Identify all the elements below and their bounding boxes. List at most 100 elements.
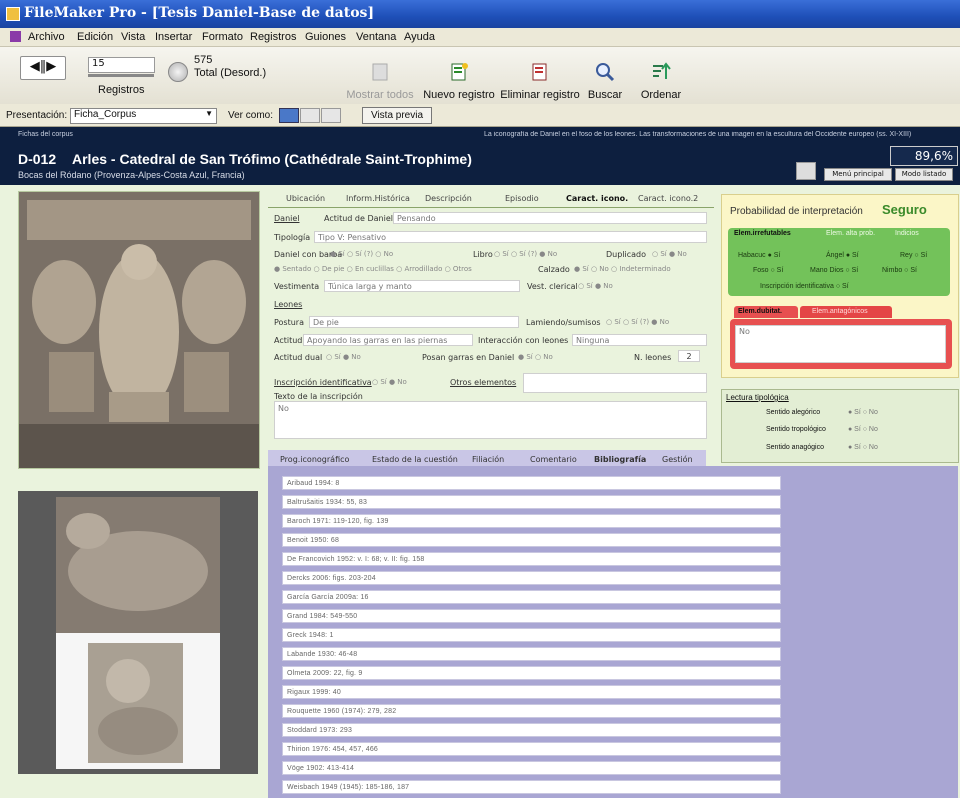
bib-row[interactable]: Labande 1930: 46-48 [282,647,781,661]
bib-row[interactable]: Olmeta 2009: 22, fig. 9 [282,666,781,680]
menu-formato[interactable]: Formato [202,31,243,43]
sort-button[interactable]: Ordenar [638,61,684,101]
menu-edicion[interactable]: Edición [77,31,113,43]
tab-elem-alta-prob[interactable]: Elem. alta prob. [826,230,875,237]
tab-filiacion[interactable]: Filiación [472,455,504,464]
bib-row[interactable]: Dercks 2006: figs. 203-204 [282,571,781,585]
tab-prog-iconografico[interactable]: Prog.iconográfico [280,455,349,464]
lamiendo-radio[interactable]: ○ Sí ○ Sí (?) ● No [606,318,669,326]
tab-indicios[interactable]: Indicios [895,230,919,237]
menu-registros[interactable]: Registros [250,31,296,43]
presentation-select[interactable]: Ficha_Corpus ▼ [70,108,217,124]
delete-record-button[interactable]: Eliminar registro [500,61,580,101]
document-icon[interactable] [10,31,21,42]
inscripcion-radio-prob[interactable]: Inscripción identificativa ○ Sí [760,283,849,290]
libro-radio[interactable]: ○ Sí ○ Sí (?) ● No [494,250,557,258]
actitud-leones-label: Actitud [274,336,303,345]
nleones-field[interactable]: 2 [678,350,700,362]
bib-row[interactable]: Aribaud 1994: 8 [282,476,781,490]
bib-row[interactable]: Weisbach 1949 (1945): 185-186, 187 [282,780,781,794]
vest-clerical-radio[interactable]: ○ Sí ● No [578,282,613,290]
actitud-leones-field[interactable]: Apoyando las garras en las piernas [303,334,473,346]
posan-label: Posan garras en Daniel [422,353,515,362]
mano-dios-radio[interactable]: Mano Dios ○ Sí [810,267,858,274]
tropologico-radio[interactable]: ● Sí ○ No [848,426,878,433]
tab-bibliografia[interactable]: Bibliografía [594,455,646,464]
daniel-section-label: Daniel [274,214,300,223]
bib-row[interactable]: De Francovich 1952: v. I: 68; v. II: fig… [282,552,781,566]
new-record-button[interactable]: Nuevo registro [422,61,496,101]
find-label: Buscar [587,89,623,101]
tab-ubicacion[interactable]: Ubicación [286,194,325,203]
show-all-button[interactable]: Mostrar todos [342,61,418,101]
tab-elem-dubitat[interactable]: Elem.dubitat. [738,308,782,315]
bib-row[interactable]: García García 2009a: 16 [282,590,781,604]
printer-icon[interactable] [796,162,816,180]
bib-row[interactable]: Greck 1948: 1 [282,628,781,642]
vestimenta-label: Vestimenta [274,282,320,291]
barba-radio[interactable]: ● Sí ○ Sí (?) ○ No [330,250,393,258]
tab-comentario[interactable]: Comentario [530,455,577,464]
presentation-label: Presentación: [6,110,68,121]
tab-gestion[interactable]: Gestión [662,455,693,464]
list-mode-button[interactable]: Modo listado [895,168,953,181]
menu-vista[interactable]: Vista [121,31,145,43]
tab-caract-icono[interactable]: Caract. icono. [566,194,628,203]
bib-row[interactable]: Baltrušaitis 1934: 55, 83 [282,495,781,509]
tab-elem-irrefutables[interactable]: Elem.irrefutables [734,230,791,237]
tab-elem-antagonicos[interactable]: Elem.antagónicos [812,308,868,315]
alegorico-radio[interactable]: ● Sí ○ No [848,409,878,416]
pose-radio[interactable]: ● Sentado ○ De pie ○ En cuclillas ○ Arro… [274,265,472,273]
anagogico-label: Sentido anagógico [766,444,824,451]
record-number-field[interactable]: 15 [88,57,155,73]
menu-insertar[interactable]: Insertar [155,31,192,43]
table-view-icon[interactable] [321,108,341,123]
interaccion-field[interactable]: Ninguna [572,334,707,346]
bib-row[interactable]: Rigaux 1999: 40 [282,685,781,699]
main-menu-button[interactable]: Menú principal [824,168,892,181]
tab-descripcion[interactable]: Descripción [425,194,472,203]
tab-caract-icono-2[interactable]: Caract. icono.2 [638,194,698,203]
find-button[interactable]: Buscar [585,61,625,101]
postura-field[interactable]: De pie [309,316,519,328]
menu-archivo[interactable]: Archivo [28,31,65,43]
bib-row[interactable]: Rouquette 1960 (1974): 279, 282 [282,704,781,718]
bib-row[interactable]: Vöge 1902: 413-414 [282,761,781,775]
total-label: Total (Desord.) [194,67,267,79]
rey-radio[interactable]: Rey ○ Sí [900,252,927,259]
anagogico-radio[interactable]: ● Sí ○ No [848,444,878,451]
angel-radio[interactable]: Ángel ● Sí [826,252,859,259]
bib-row[interactable]: Grand 1984: 549-550 [282,609,781,623]
otros-elementos-field[interactable] [523,373,707,393]
tipologia-label: Tipología [274,233,311,242]
menu-ayuda[interactable]: Ayuda [404,31,435,43]
nimbo-radio[interactable]: Nimbo ○ Sí [882,267,917,274]
book-navigator[interactable]: ◀‖▶ [20,56,66,80]
tab-estado-cuestion[interactable]: Estado de la cuestión [372,455,458,464]
inscripcion-radio[interactable]: ○ Sí ● No [372,378,407,386]
bib-row[interactable]: Baroch 1971: 119-120, fig. 139 [282,514,781,528]
tipologia-field[interactable]: Tipo V: Pensativo [314,231,707,243]
actitud-field[interactable]: Pensando [393,212,707,224]
doubtful-elements-field[interactable]: No [735,325,946,363]
menu-ventana[interactable]: Ventana [356,31,396,43]
actitud-dual-radio[interactable]: ○ Sí ● No [326,353,361,361]
habacuc-radio[interactable]: Habacuc ● Sí [738,252,780,259]
tab-inform-historica[interactable]: Inform.Histórica [346,194,410,203]
menu-guiones[interactable]: Guiones [305,31,346,43]
foso-radio[interactable]: Foso ○ Sí [753,267,783,274]
duplicado-radio[interactable]: ○ Sí ● No [652,250,687,258]
bib-row[interactable]: Stoddard 1973: 293 [282,723,781,737]
record-slider[interactable] [88,74,154,77]
bib-row[interactable]: Thirion 1976: 454, 457, 466 [282,742,781,756]
posan-radio[interactable]: ● Sí ○ No [518,353,553,361]
list-view-icon[interactable] [300,108,320,123]
tab-episodio[interactable]: Episodio [505,194,539,203]
vestimenta-field[interactable]: Túnica larga y manto [324,280,520,292]
preview-button[interactable]: Vista previa [362,107,432,124]
actitud-label: Actitud de Daniel [324,214,393,223]
form-view-icon[interactable] [279,108,299,123]
calzado-radio[interactable]: ● Sí ○ No ○ Indeterminado [574,265,671,273]
texto-inscripcion-field[interactable]: No [274,401,707,439]
bib-row[interactable]: Benoit 1950: 68 [282,533,781,547]
